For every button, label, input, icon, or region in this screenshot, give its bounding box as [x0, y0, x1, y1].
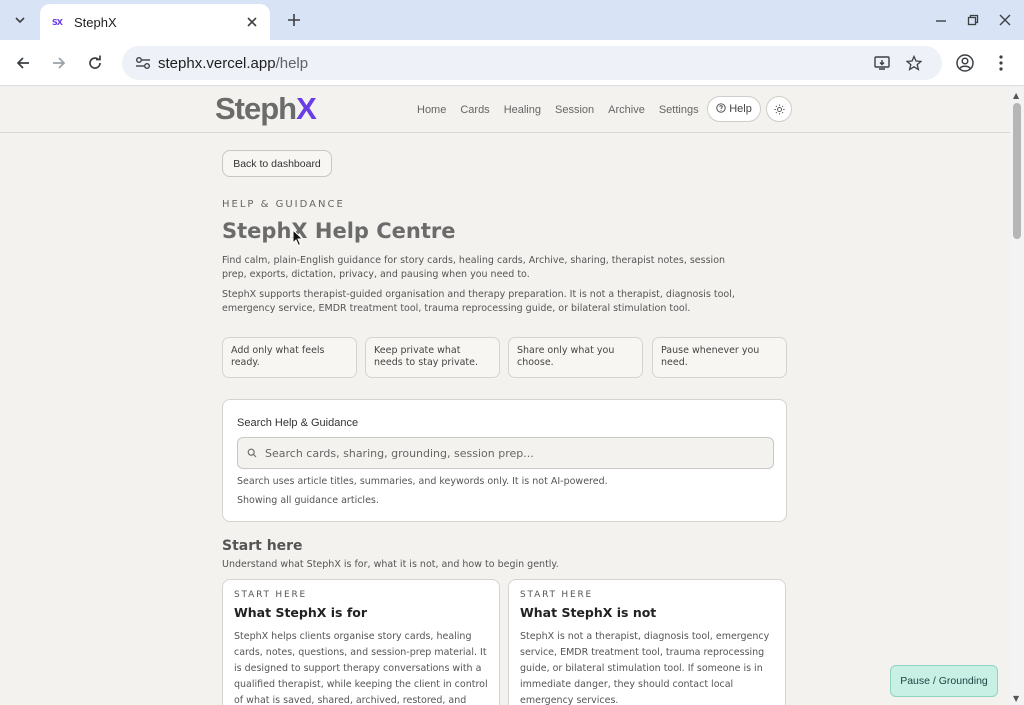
- page-title: StephX Help Centre: [222, 219, 456, 243]
- intro-paragraph: Find calm, plain-English guidance for st…: [222, 255, 726, 280]
- article-tag: START HERE: [234, 590, 308, 600]
- search-label: Search Help & Guidance: [237, 417, 359, 429]
- url-text: stephx.vercel.app/help: [158, 55, 308, 72]
- principle-card: Add only what feels ready.: [222, 337, 357, 378]
- tab-search-icon[interactable]: [8, 8, 32, 32]
- close-tab-icon[interactable]: [242, 12, 262, 32]
- nav-session[interactable]: Session: [555, 104, 594, 116]
- scroll-up-arrow-icon[interactable]: ▲: [1013, 91, 1019, 100]
- browser-tab[interactable]: SX StephX: [40, 4, 270, 40]
- principle-card: Keep private what needs to stay private.: [365, 337, 500, 378]
- pause-grounding-button[interactable]: Pause / Grounding: [890, 665, 998, 697]
- address-bar[interactable]: stephx.vercel.app/help: [122, 46, 942, 80]
- stephx-logo[interactable]: StephX: [215, 91, 317, 127]
- article-title: What StephX is not: [520, 605, 657, 620]
- search-note: Search uses article titles, summaries, a…: [237, 476, 608, 487]
- favicon-icon: SX: [52, 17, 63, 27]
- search-icon: [247, 448, 257, 458]
- url-host: stephx.vercel.app: [158, 54, 276, 72]
- url-path: /help: [275, 54, 309, 72]
- nav-healing[interactable]: Healing: [504, 104, 541, 116]
- browser-tab-bar: SX StephX: [0, 0, 1024, 40]
- theme-toggle-sun-icon[interactable]: [766, 96, 792, 122]
- scrollbar-thumb[interactable]: [1013, 103, 1021, 239]
- main-nav: Home Cards Healing Session Archive Setti…: [417, 97, 713, 123]
- section-title: Start here: [222, 538, 303, 554]
- help-button-label: Help: [729, 103, 752, 115]
- site-header: StephX Home Cards Healing Session Archiv…: [0, 87, 1010, 133]
- new-tab-icon[interactable]: [282, 8, 306, 32]
- nav-cards[interactable]: Cards: [460, 104, 489, 116]
- principle-card: Pause whenever you need.: [652, 337, 787, 378]
- search-status: Showing all guidance articles.: [237, 495, 379, 506]
- page-eyebrow: HELP & GUIDANCE: [222, 199, 345, 210]
- install-app-icon[interactable]: [872, 53, 892, 73]
- article-card[interactable]: START HERE What StephX is for StephX hel…: [222, 579, 500, 705]
- back-arrow-icon[interactable]: [10, 50, 36, 76]
- bookmark-star-icon[interactable]: [904, 53, 924, 73]
- search-input[interactable]: [265, 446, 765, 460]
- restore-icon[interactable]: [961, 8, 985, 32]
- article-title: What StephX is for: [234, 605, 368, 620]
- page-viewport: StephX Home Cards Healing Session Archiv…: [0, 87, 1010, 705]
- minimize-icon[interactable]: [929, 8, 953, 32]
- logo-main: Steph: [215, 91, 297, 126]
- browser-toolbar: stephx.vercel.app/help: [0, 40, 1024, 86]
- article-tag: START HERE: [520, 590, 594, 600]
- page-scrollbar[interactable]: ▲ ▼: [1010, 87, 1024, 705]
- search-field[interactable]: [237, 437, 774, 469]
- nav-archive[interactable]: Archive: [608, 104, 645, 116]
- nav-settings[interactable]: Settings: [659, 104, 699, 116]
- section-subtitle: Understand what StephX is for, what it i…: [222, 559, 559, 570]
- forward-arrow-icon[interactable]: [46, 50, 72, 76]
- logo-accent: X: [296, 91, 317, 126]
- tab-title: StephX: [74, 14, 117, 30]
- site-info-icon[interactable]: [128, 56, 158, 70]
- article-summary: StephX helps clients organise story card…: [234, 631, 488, 705]
- help-circle-icon: [716, 102, 726, 116]
- nav-home[interactable]: Home: [417, 104, 446, 116]
- help-button[interactable]: Help: [707, 96, 761, 122]
- disclaimer-paragraph: StephX supports therapist-guided organis…: [222, 289, 735, 314]
- reload-icon[interactable]: [82, 50, 108, 76]
- close-window-icon[interactable]: [993, 8, 1017, 32]
- article-summary: StephX is not a therapist, diagnosis too…: [520, 631, 770, 705]
- profile-icon[interactable]: [952, 50, 978, 76]
- browser-menu-icon[interactable]: [988, 50, 1014, 76]
- search-panel: Search Help & Guidance Search uses artic…: [222, 399, 787, 522]
- article-card[interactable]: START HERE What StephX is not StephX is …: [508, 579, 786, 705]
- principle-card: Share only what you choose.: [508, 337, 643, 378]
- back-to-dashboard-button[interactable]: Back to dashboard: [222, 150, 332, 177]
- scroll-down-arrow-icon[interactable]: ▼: [1013, 694, 1019, 703]
